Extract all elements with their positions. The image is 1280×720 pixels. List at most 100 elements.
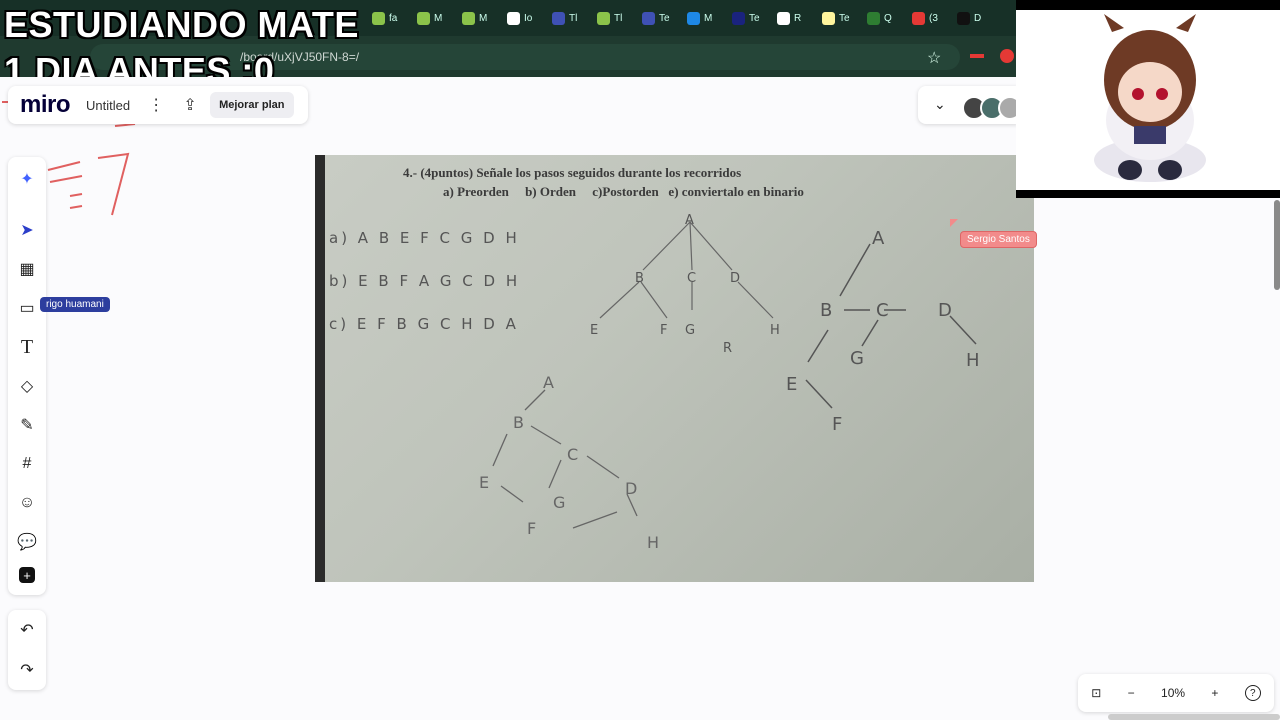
pen-icon[interactable]: ✎	[15, 413, 39, 437]
browser-tab[interactable]: (3	[912, 8, 938, 28]
tab-favicon-icon	[642, 11, 655, 25]
svg-text:H: H	[770, 323, 780, 338]
tab-label: Te	[659, 12, 670, 24]
emoji-icon[interactable]: ☺	[15, 491, 39, 515]
redo-icon[interactable]: ↷	[15, 658, 39, 682]
svg-text:G: G	[685, 323, 695, 338]
add-more-icon[interactable]: +	[19, 567, 35, 583]
browser-tab[interactable]: Tl	[597, 8, 622, 28]
tab-label: Tl	[614, 12, 623, 24]
svg-text:A: A	[685, 213, 694, 228]
svg-text:E: E	[590, 323, 598, 338]
share-upload-icon[interactable]: ⇪	[176, 91, 204, 119]
svg-text:F: F	[660, 323, 667, 338]
tab-favicon-icon	[687, 11, 700, 25]
svg-text:B: B	[513, 413, 524, 432]
tab-label: fa	[389, 12, 398, 24]
ai-sparkle-icon[interactable]: ✦	[15, 167, 39, 191]
sticky-note-icon[interactable]: ▭	[15, 296, 39, 320]
tab-favicon-icon	[822, 11, 835, 25]
zoom-out-icon[interactable]: −	[1128, 686, 1135, 700]
upgrade-plan-button[interactable]: Mejorar plan	[210, 92, 294, 118]
tab-label: M	[704, 12, 713, 24]
profile-icon[interactable]	[1000, 49, 1014, 63]
svg-text:F: F	[832, 414, 842, 435]
frame-icon[interactable]: #	[15, 452, 39, 476]
tab-label: Te	[749, 12, 760, 24]
webcam-frame	[1016, 0, 1280, 198]
svg-text:D: D	[938, 300, 952, 321]
browser-tab[interactable]: fa	[372, 8, 397, 28]
svg-text:H: H	[966, 350, 980, 371]
left-toolbar: ✦ ➤ ▦ ▭ T ◇ ✎ # ☺ 💬 +	[8, 157, 46, 595]
svg-text:D: D	[730, 271, 740, 286]
svg-text:C: C	[687, 271, 696, 286]
tab-label: Io	[524, 12, 533, 24]
chevron-down-icon[interactable]: ⌄	[934, 96, 946, 113]
shapes-icon[interactable]: ◇	[15, 374, 39, 398]
tab-label: R	[794, 12, 802, 24]
browser-tab[interactable]: R	[777, 8, 801, 28]
collaborator-cursor-label: Sergio Santos	[960, 231, 1037, 248]
svg-text:C: C	[876, 300, 889, 321]
bottom-scrollbar[interactable]	[1108, 714, 1280, 720]
help-icon[interactable]: ?	[1244, 685, 1261, 701]
select-cursor-icon[interactable]: ➤	[15, 218, 39, 242]
zoom-bar: ⊡ − 10% + ?	[1078, 674, 1274, 712]
browser-tab[interactable]: M	[687, 8, 712, 28]
tab-label: M	[479, 12, 488, 24]
tab-label: (3	[929, 12, 938, 24]
svg-text:E: E	[786, 374, 797, 395]
extension-icon[interactable]	[970, 54, 984, 58]
comment-icon[interactable]: 💬	[15, 530, 39, 554]
miro-top-bar: miro Untitled ⋮ ⇪ Mejorar plan	[8, 86, 308, 124]
text-tool-icon[interactable]: T	[15, 335, 39, 359]
svg-text:G: G	[553, 493, 565, 512]
tab-favicon-icon	[417, 11, 430, 25]
tab-label: M	[434, 12, 443, 24]
undo-icon[interactable]: ↶	[15, 618, 39, 642]
tab-favicon-icon	[507, 11, 520, 25]
collaborator-cursor-icon	[950, 219, 958, 227]
svg-text:A: A	[543, 373, 554, 392]
svg-text:E: E	[479, 473, 489, 492]
tab-favicon-icon	[867, 11, 880, 25]
handwritten-tree-lower: A B C D E G F H	[479, 373, 659, 550]
svg-text:D: D	[625, 479, 637, 498]
miro-logo[interactable]: miro	[20, 91, 71, 119]
browser-tab[interactable]: Q	[867, 8, 892, 28]
scrollbar[interactable]	[1274, 200, 1280, 290]
browser-tab[interactable]: Te	[732, 8, 760, 28]
zoom-in-icon[interactable]: +	[1211, 686, 1218, 700]
tab-favicon-icon	[552, 11, 565, 25]
tab-label: Q	[884, 12, 892, 24]
svg-text:H: H	[647, 533, 659, 550]
tab-favicon-icon	[912, 11, 925, 25]
tab-favicon-icon	[372, 11, 385, 25]
board-name[interactable]: Untitled	[86, 98, 130, 113]
svg-text:F: F	[527, 519, 536, 538]
exam-photo[interactable]: 4.- (4puntos) Señale los pasos seguidos …	[315, 155, 1034, 582]
svg-text:A: A	[872, 228, 885, 249]
svg-text:R: R	[723, 341, 732, 356]
browser-tab[interactable]: D	[957, 8, 981, 28]
answer-postorder: c) E F B G C H D A	[329, 315, 519, 333]
zoom-level[interactable]: 10%	[1161, 686, 1185, 700]
bookmark-star-icon[interactable]: ☆	[927, 48, 941, 68]
browser-tab[interactable]: M	[417, 8, 442, 28]
printed-tree-diagram: A B C D E F G H R	[590, 213, 780, 356]
more-options-icon[interactable]: ⋮	[142, 91, 170, 119]
templates-icon[interactable]: ▦	[15, 257, 39, 281]
answer-inorder: b) E B F A G C D H	[329, 272, 521, 290]
collaborators-bar: ⌄	[918, 86, 1022, 124]
tab-label: Te	[839, 12, 850, 24]
tab-favicon-icon	[732, 11, 745, 25]
browser-tab[interactable]: Io	[507, 8, 532, 28]
svg-text:C: C	[567, 445, 578, 464]
browser-tab[interactable]: Te	[822, 8, 850, 28]
browser-tab[interactable]: Tl	[552, 8, 577, 28]
browser-tab[interactable]: M	[462, 8, 487, 28]
fit-screen-icon[interactable]: ⊡	[1091, 686, 1101, 700]
svg-text:B: B	[820, 300, 832, 321]
browser-tab[interactable]: Te	[642, 8, 670, 28]
